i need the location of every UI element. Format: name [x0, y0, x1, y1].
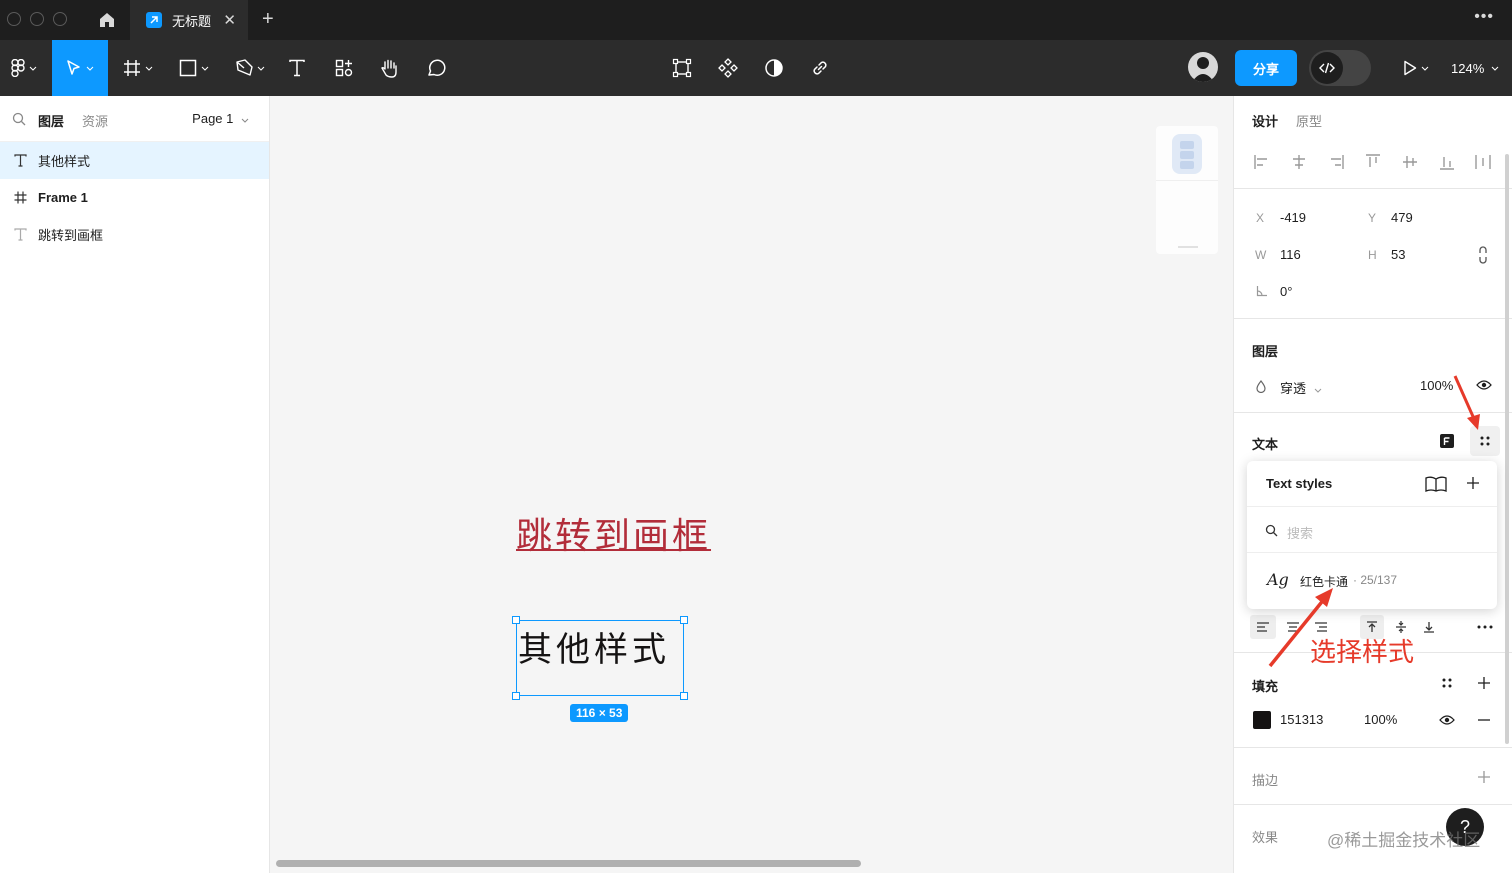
annotation-select-style: 选择样式	[1310, 638, 1415, 668]
watermark: @稀土掘金技术社区	[1327, 831, 1481, 850]
annotation-arrows	[1268, 375, 1480, 668]
